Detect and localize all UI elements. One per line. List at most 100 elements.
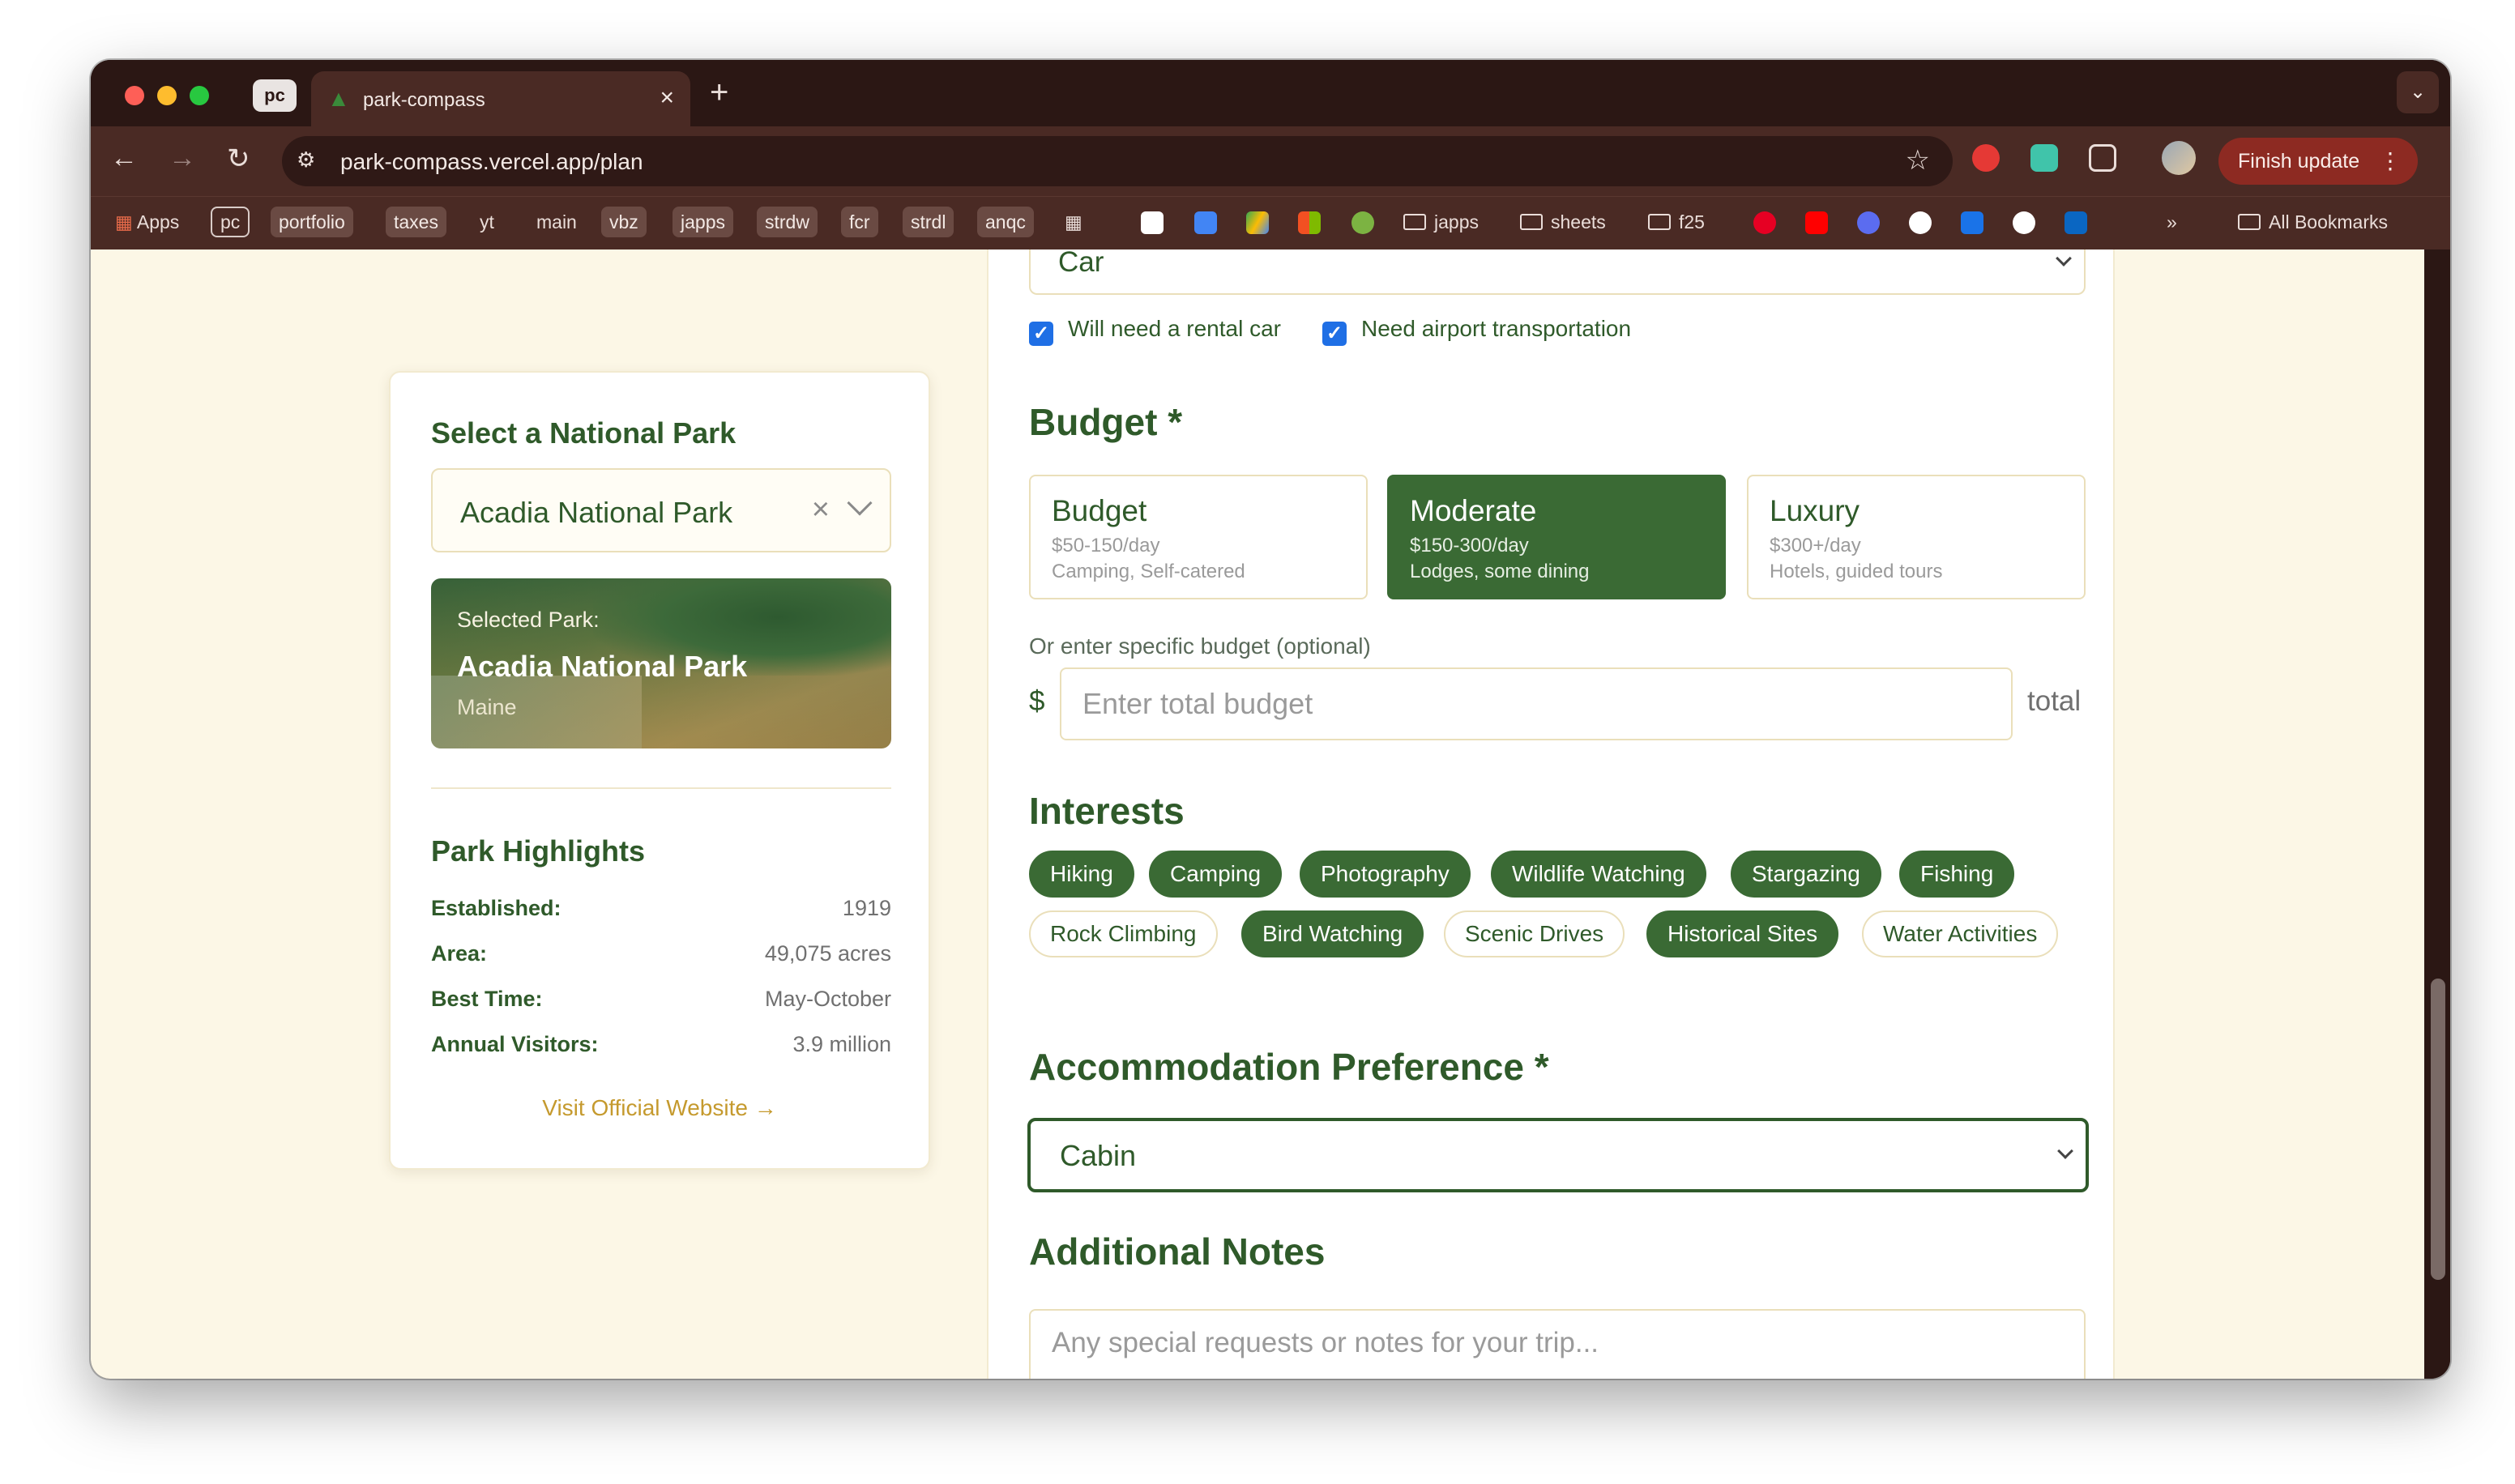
openai-icon[interactable] bbox=[2013, 211, 2035, 234]
bookmark-anqc[interactable]: anqc bbox=[977, 207, 1034, 237]
close-window-button[interactable] bbox=[125, 86, 144, 105]
close-icon[interactable]: × bbox=[660, 84, 674, 112]
calendar-icon[interactable] bbox=[1194, 211, 1217, 234]
interest-chip-photography[interactable]: Photography bbox=[1300, 851, 1471, 898]
rental-car-option[interactable]: ✓ Will need a rental car bbox=[1029, 313, 1281, 346]
highlight-row-area: Area: 49,075 acres bbox=[431, 941, 891, 970]
budget-option-desc: Hotels, guided tours bbox=[1770, 561, 1943, 582]
address-bar[interactable]: ⚙ park-compass.vercel.app/plan ☆ bbox=[282, 136, 1953, 186]
back-arrow-icon[interactable]: ← bbox=[110, 143, 138, 174]
extensions-puzzle-icon[interactable] bbox=[2089, 144, 2116, 172]
interest-chip-bird-watching[interactable]: Bird Watching bbox=[1241, 910, 1424, 957]
kebab-menu-icon[interactable]: ⋮ bbox=[2379, 138, 2402, 185]
profile-tab-group-chip[interactable]: pc bbox=[253, 79, 297, 112]
chevron-down-icon[interactable] bbox=[847, 490, 873, 516]
reload-icon[interactable]: ↻ bbox=[227, 143, 250, 175]
bookmark-vbz[interactable]: vbz bbox=[601, 207, 647, 237]
tab-strip: pc ▲ park-compass × + ⌄ bbox=[91, 60, 2450, 126]
grid-icon[interactable]: ▦ bbox=[1057, 207, 1091, 237]
drive-icon[interactable] bbox=[1246, 211, 1269, 234]
interest-chip-fishing[interactable]: Fishing bbox=[1899, 851, 2015, 898]
forward-arrow-icon[interactable]: → bbox=[169, 143, 196, 174]
folder-icon bbox=[1520, 214, 1543, 230]
plant-icon[interactable] bbox=[1351, 211, 1374, 234]
clear-selection-icon[interactable]: × bbox=[812, 493, 830, 527]
github-icon[interactable] bbox=[1909, 211, 1932, 234]
page-scrollbar-thumb[interactable] bbox=[2431, 979, 2445, 1280]
apps-bookmark[interactable]: ▦ Apps bbox=[107, 207, 187, 237]
interest-chip-camping[interactable]: Camping bbox=[1149, 851, 1283, 898]
chevron-down-icon bbox=[2057, 1143, 2073, 1159]
tab-park-compass[interactable]: ▲ park-compass × bbox=[311, 71, 690, 126]
visit-official-website-link[interactable]: Visit Official Website → bbox=[391, 1095, 929, 1121]
youtube-icon[interactable] bbox=[1805, 211, 1828, 234]
pinterest-icon[interactable] bbox=[1753, 211, 1776, 234]
interest-chip-scenic-drives[interactable]: Scenic Drives bbox=[1444, 910, 1625, 957]
maximize-window-button[interactable] bbox=[190, 86, 209, 105]
highlight-label: Established: bbox=[431, 896, 561, 920]
browser-toolbar: ← → ↻ ⚙ park-compass.vercel.app/plan ☆ F… bbox=[91, 126, 2450, 196]
profile-avatar[interactable] bbox=[2162, 141, 2196, 175]
folder-f25[interactable]: f25 bbox=[1640, 207, 1713, 237]
transportation-select[interactable]: Car bbox=[1029, 249, 2086, 295]
bookmark-yt[interactable]: yt bbox=[472, 207, 502, 237]
additional-notes-heading: Additional Notes bbox=[1029, 1230, 1326, 1273]
tab-search-button[interactable]: ⌄ bbox=[2397, 71, 2439, 113]
page-scrollbar-track[interactable] bbox=[2424, 249, 2450, 1379]
bookmarks-overflow-icon[interactable]: » bbox=[2158, 207, 2185, 237]
total-suffix-label: total bbox=[2027, 685, 2082, 717]
interest-chip-water-activities[interactable]: Water Activities bbox=[1862, 910, 2059, 957]
bookmark-portfolio[interactable]: portfolio bbox=[271, 207, 353, 237]
interest-chip-hiking[interactable]: Hiking bbox=[1029, 851, 1134, 898]
folder-japps[interactable]: japps bbox=[1395, 207, 1487, 237]
budget-option-price: $150-300/day bbox=[1410, 535, 1529, 556]
extension-teal-icon[interactable] bbox=[2030, 144, 2058, 172]
highlight-label: Best Time: bbox=[431, 987, 543, 1011]
finish-update-button[interactable]: Finish update ⋮ bbox=[2218, 138, 2418, 185]
bookmark-star-icon[interactable]: ☆ bbox=[1906, 144, 1930, 177]
bookmark-logo-icon[interactable] bbox=[1857, 211, 1880, 234]
new-tab-button[interactable]: + bbox=[710, 75, 728, 111]
gmail-icon[interactable] bbox=[1141, 211, 1164, 234]
all-bookmarks-label: All Bookmarks bbox=[2269, 211, 2388, 232]
interest-chip-stargazing[interactable]: Stargazing bbox=[1731, 851, 1881, 898]
site-info-icon[interactable]: ⚙ bbox=[297, 147, 315, 173]
interest-chip-historical-sites[interactable]: Historical Sites bbox=[1646, 910, 1839, 957]
all-bookmarks[interactable]: All Bookmarks bbox=[2230, 207, 2396, 237]
airport-transport-option[interactable]: ✓ Need airport transportation bbox=[1322, 313, 1632, 346]
bookmark-a-icon[interactable] bbox=[1961, 211, 1983, 234]
rental-car-checkbox[interactable]: ✓ bbox=[1029, 322, 1053, 346]
bookmark-main[interactable]: main bbox=[528, 207, 585, 237]
transportation-value: Car bbox=[1058, 249, 1104, 278]
highlight-label: Annual Visitors: bbox=[431, 1032, 599, 1056]
budget-option-budget[interactable]: Budget $50-150/day Camping, Self-catered bbox=[1029, 475, 1368, 599]
airport-transport-label: Need airport transportation bbox=[1361, 316, 1632, 341]
total-budget-input[interactable] bbox=[1060, 667, 2013, 740]
park-select-dropdown[interactable]: Acadia National Park × bbox=[431, 468, 891, 552]
interest-chip-wildlife-watching[interactable]: Wildlife Watching bbox=[1491, 851, 1706, 898]
bookmark-strdl[interactable]: strdl bbox=[903, 207, 954, 237]
bookmark-pc[interactable]: pc bbox=[211, 207, 250, 237]
linkedin-icon[interactable] bbox=[2065, 211, 2087, 234]
budget-option-luxury[interactable]: Luxury $300+/day Hotels, guided tours bbox=[1747, 475, 2086, 599]
interest-chip-rock-climbing[interactable]: Rock Climbing bbox=[1029, 910, 1218, 957]
accommodation-select[interactable]: Cabin bbox=[1027, 1118, 2089, 1192]
extension-red-icon[interactable] bbox=[1972, 144, 2000, 172]
airport-transport-checkbox[interactable]: ✓ bbox=[1322, 322, 1347, 346]
accommodation-heading: Accommodation Preference * bbox=[1029, 1046, 1549, 1088]
park-highlights-heading: Park Highlights bbox=[431, 834, 646, 868]
url-text[interactable]: park-compass.vercel.app/plan bbox=[340, 149, 643, 175]
additional-notes-textarea[interactable] bbox=[1029, 1309, 2086, 1379]
bookmark-strdw[interactable]: strdw bbox=[757, 207, 818, 237]
highlight-row-best-time: Best Time: May-October bbox=[431, 987, 891, 1016]
budget-option-moderate[interactable]: Moderate $150-300/day Lodges, some dinin… bbox=[1387, 475, 1726, 599]
folder-sheets[interactable]: sheets bbox=[1512, 207, 1614, 237]
bookmark-japps[interactable]: japps bbox=[673, 207, 733, 237]
budget-option-name: Luxury bbox=[1770, 494, 1860, 527]
highlight-value: 3.9 million bbox=[792, 1032, 891, 1056]
microsoft-icon[interactable] bbox=[1298, 211, 1321, 234]
minimize-window-button[interactable] bbox=[157, 86, 177, 105]
select-park-heading: Select a National Park bbox=[431, 416, 737, 450]
bookmark-fcr[interactable]: fcr bbox=[841, 207, 878, 237]
bookmark-taxes[interactable]: taxes bbox=[386, 207, 446, 237]
